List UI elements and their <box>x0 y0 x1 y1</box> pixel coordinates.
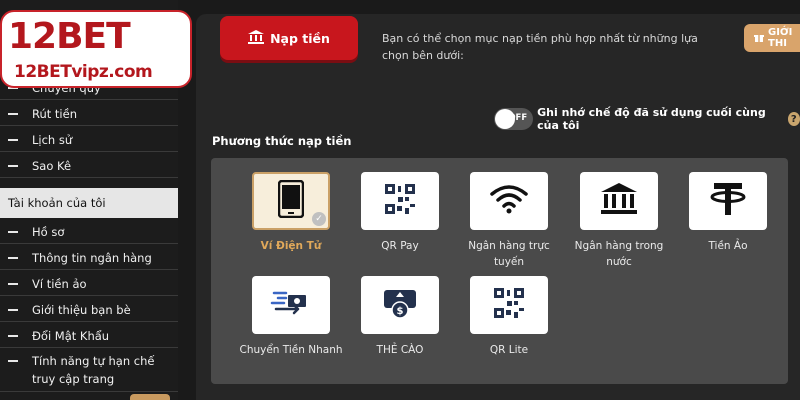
method-card: $ <box>361 276 439 334</box>
dash-icon <box>8 230 18 233</box>
deposit-page: Chuyển quỹ Rút tiền Lịch sử Sao Kê Tài k… <box>0 0 800 400</box>
method-label: Ngân hàng trực tuyến <box>468 240 550 268</box>
sidebar-item-profile[interactable]: Hồ sơ <box>0 220 178 244</box>
tether-icon <box>709 181 747 221</box>
method-card <box>470 276 548 334</box>
method-card: ✓ <box>252 172 330 230</box>
logo-wordmark: 12BET <box>8 16 131 57</box>
svg-text:$: $ <box>397 306 404 317</box>
sidebar-item-label: Ví tiền ảo <box>32 276 87 291</box>
payment-methods-panel: ✓ Ví Điện Tử QR Pay Ngân hàng trực tuyến <box>211 158 788 384</box>
dash-icon <box>8 282 18 285</box>
method-label: THẺ CÀO <box>376 344 424 356</box>
sidebar-item-bank-info[interactable]: Thông tin ngân hàng <box>0 246 178 270</box>
method-label: QR Lite <box>489 344 529 356</box>
sidebar-item-label: Sao Kê <box>32 158 72 173</box>
sidebar-item-label: Hồ sơ <box>32 224 65 239</box>
sidebar-item-label: Thông tin ngân hàng <box>32 250 152 265</box>
dash-icon <box>8 112 18 115</box>
logo-domain: 12BETvipz.com <box>14 62 153 82</box>
tab-deposit[interactable]: Nạp tiền <box>220 16 358 60</box>
remember-mode-row: OFF Ghi nhớ chế độ đã sử dụng cuối cùng … <box>494 106 800 132</box>
method-crypto[interactable]: Tiền Ảo <box>673 172 783 254</box>
method-label: Tiền Ảo <box>708 240 748 252</box>
method-scratch-card[interactable]: $ THẺ CÀO <box>345 276 455 358</box>
sidebar-item-crypto-wallet[interactable]: Ví tiền ảo <box>0 272 178 296</box>
payment-methods-title: Phương thức nạp tiền <box>212 134 352 148</box>
fast-transfer-icon <box>270 287 312 323</box>
sidebar-section-title: Tài khoản của tôi <box>0 188 178 218</box>
sidebar-item-self-exclusion[interactable]: Tính năng tự hạn chế truy cập trang <box>0 350 178 392</box>
method-card <box>470 172 548 230</box>
method-card <box>252 276 330 334</box>
dash-icon <box>8 138 18 141</box>
dash-icon <box>8 360 18 362</box>
method-qr-pay[interactable]: QR Pay <box>345 172 455 254</box>
sidebar-item-history[interactable]: Lịch sử <box>0 128 178 152</box>
qr-code-icon <box>492 286 526 324</box>
bottom-action-button[interactable] <box>130 394 170 400</box>
sidebar-item-label: Giới thiệu bạn bè <box>32 302 131 317</box>
wifi-icon <box>489 184 529 218</box>
method-online-banking[interactable]: Ngân hàng trực tuyến <box>454 172 564 270</box>
referral-button[interactable]: GIỚI THI <box>744 24 800 52</box>
bank-icon <box>248 29 265 47</box>
gift-icon <box>754 32 764 45</box>
method-card <box>689 172 767 230</box>
sidebar-item-referral[interactable]: Giới thiệu bạn bè <box>0 298 178 322</box>
check-icon: ✓ <box>312 212 326 226</box>
method-domestic-bank[interactable]: Ngân hàng trong nước <box>564 172 674 270</box>
method-e-wallet[interactable]: ✓ Ví Điện Tử <box>236 172 346 254</box>
sidebar-item-label: Tính năng tự hạn chế truy cập trang <box>32 354 155 386</box>
method-card <box>580 172 658 230</box>
sidebar-item-change-password[interactable]: Đổi Mật Khẩu <box>0 324 178 348</box>
method-card <box>361 172 439 230</box>
help-icon[interactable]: ? <box>787 112 800 126</box>
method-label: Ví Điện Tử <box>260 240 322 252</box>
referral-button-label: GIỚI THI <box>768 27 793 49</box>
method-label: QR Pay <box>381 240 419 252</box>
dash-icon <box>8 308 18 311</box>
toggle-state: OFF <box>508 113 528 123</box>
brand-logo[interactable]: 12BET 12BETvipz.com <box>0 10 192 88</box>
toggle-label: Ghi nhớ chế độ đã sử dụng cuối cùng của … <box>537 106 766 132</box>
method-fast-transfer[interactable]: Chuyển Tiền Nhanh <box>236 276 346 358</box>
dash-icon <box>8 256 18 259</box>
intro-text: Bạn có thể chọn mục nạp tiền phù hợp nhấ… <box>382 32 698 62</box>
phone-icon <box>277 179 305 222</box>
sidebar-item-label: Lịch sử <box>32 132 73 147</box>
bank-icon <box>600 182 638 220</box>
dash-icon <box>8 334 18 337</box>
scratch-card-icon: $ <box>381 286 419 324</box>
sidebar-item-label: Đổi Mật Khẩu <box>32 328 110 343</box>
qr-code-icon <box>383 182 417 220</box>
method-label: Chuyển Tiền Nhanh <box>239 344 343 356</box>
method-label: Ngân hàng trong nước <box>574 240 664 268</box>
remember-mode-toggle[interactable]: OFF <box>494 108 534 130</box>
tab-deposit-label: Nạp tiền <box>270 30 330 46</box>
sidebar-item-withdraw[interactable]: Rút tiền <box>0 102 178 126</box>
sidebar-item-label: Rút tiền <box>32 106 77 121</box>
sidebar-item-statement[interactable]: Sao Kê <box>0 154 178 178</box>
dash-icon <box>8 164 18 167</box>
method-qr-lite[interactable]: QR Lite <box>454 276 564 358</box>
